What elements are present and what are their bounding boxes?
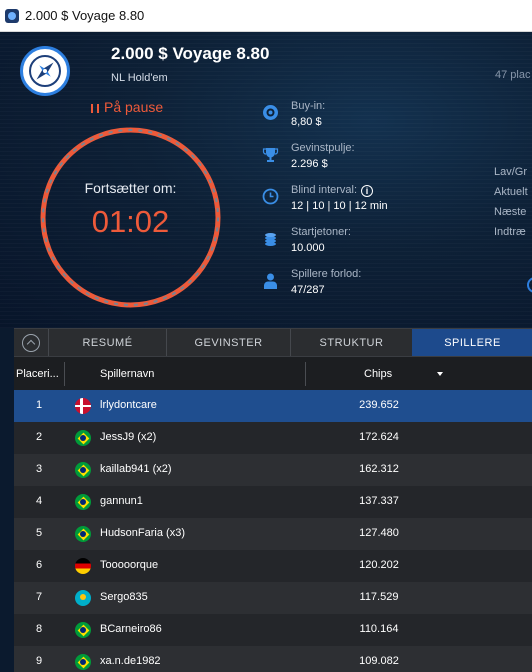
row-player-name: JessJ9 (x2)	[100, 431, 157, 443]
prizepool-value: 2.296 $	[291, 158, 328, 170]
timer-label: Fortsætter om:	[84, 180, 177, 196]
pause-status: På pause	[91, 99, 163, 115]
buyin-label: Buy-in:	[291, 100, 326, 112]
pause-icon	[91, 104, 99, 113]
blind-interval-label: Blind interval: i	[291, 184, 374, 197]
poker-chip-icon	[263, 105, 278, 120]
row-place: 2	[35, 431, 43, 443]
brazil-flag-icon	[75, 622, 91, 638]
row-place: 3	[35, 463, 43, 475]
germany-flag-icon	[75, 558, 91, 574]
places-partial-text: 47 plac	[495, 69, 531, 81]
blind-interval-value: 12 | 10 | 10 | 12 min	[291, 200, 388, 212]
tab-structure[interactable]: STRUKTUR	[290, 329, 412, 357]
row-player-name: lrlydontcare	[100, 399, 157, 411]
table-row[interactable]: 9 xa.n.de1982 109.082	[14, 646, 532, 672]
row-chips: 162.312	[359, 463, 399, 475]
row-place: 5	[35, 527, 43, 539]
tournament-header: 2.000 $ Voyage 8.80 NL Hold'em 47 plac P…	[0, 32, 532, 328]
row-place: 4	[35, 495, 43, 507]
right-panel-line-4: Indtræ	[494, 226, 526, 238]
right-panel-line-1: Lav/Gr	[494, 166, 528, 178]
timer-value: 01:02	[91, 204, 170, 239]
players-table-header: Placeri... Spillernavn Chips	[14, 356, 532, 390]
players-table-body: 1 lrlydontcare 239.652 2 JessJ9 (x2) 172…	[14, 390, 532, 672]
right-panel-line-3: Næste	[494, 206, 527, 218]
tournament-name: 2.000 $ Voyage 8.80	[111, 44, 270, 63]
table-row[interactable]: 6 Tooooorque 120.202	[14, 550, 532, 582]
row-chips: 172.624	[359, 431, 399, 443]
trophy-icon	[262, 148, 279, 162]
right-panel-circle-icon[interactable]	[527, 277, 532, 293]
row-chips: 120.202	[359, 559, 399, 571]
row-player-name: gannun1	[100, 495, 143, 507]
window-titlebar: 2.000 $ Voyage 8.80	[0, 0, 532, 32]
info-help-icon[interactable]: i	[361, 185, 374, 197]
row-player-name: xa.n.de1982	[100, 655, 161, 667]
countdown-timer: Fortsætter om: 01:02	[40, 127, 221, 308]
column-divider	[64, 362, 65, 386]
column-divider	[305, 362, 306, 386]
table-row[interactable]: 2 JessJ9 (x2) 172.624	[14, 422, 532, 454]
row-place: 9	[35, 655, 43, 667]
sort-descending-icon[interactable]	[437, 372, 443, 376]
right-panel-line-2: Aktuelt	[494, 186, 528, 198]
brazil-flag-icon	[75, 654, 91, 670]
tab-bar: RESUMÉ GEVINSTER STRUKTUR SPILLERE	[14, 328, 532, 357]
game-type: NL Hold'em	[111, 72, 168, 84]
row-place: 6	[35, 559, 43, 571]
column-header-chips[interactable]: Chips	[364, 357, 392, 391]
brazil-flag-icon	[75, 494, 91, 510]
row-chips: 127.480	[359, 527, 399, 539]
row-chips: 239.652	[359, 399, 399, 411]
row-player-name: Sergo835	[100, 591, 148, 603]
brazil-flag-icon	[75, 462, 91, 478]
app-icon	[5, 9, 19, 23]
players-left-label: Spillere forlod:	[291, 268, 362, 280]
start-chips-value: 10.000	[291, 242, 325, 254]
row-chips: 117.529	[359, 591, 399, 603]
table-row[interactable]: 7 Sergo835 117.529	[14, 582, 532, 614]
compass-logo-icon	[20, 46, 70, 96]
row-player-name: HudsonFaria (x3)	[100, 527, 185, 539]
denmark-flag-icon	[75, 398, 91, 414]
row-chips: 110.164	[359, 623, 399, 635]
player-icon	[264, 273, 277, 289]
chip-stack-icon	[265, 233, 276, 246]
tab-resume[interactable]: RESUMÉ	[48, 329, 166, 357]
row-player-name: Tooooorque	[100, 559, 159, 571]
table-row[interactable]: 8 BCarneiro86 110.164	[14, 614, 532, 646]
row-chips: 137.337	[359, 495, 399, 507]
row-player-name: BCarneiro86	[100, 623, 162, 635]
kazakhstan-flag-icon	[75, 590, 91, 606]
clock-icon	[262, 188, 279, 205]
tab-prizes[interactable]: GEVINSTER	[166, 329, 290, 357]
row-player-name: kaillab941 (x2)	[100, 463, 172, 475]
blind-interval-label-text: Blind interval:	[291, 184, 358, 196]
row-place: 7	[35, 591, 43, 603]
brazil-flag-icon	[75, 430, 91, 446]
row-place: 1	[35, 399, 43, 411]
players-left-value: 47/287	[291, 284, 325, 296]
pause-text: På pause	[104, 99, 164, 115]
window-title: 2.000 $ Voyage 8.80	[25, 8, 145, 23]
table-row[interactable]: 5 HudsonFaria (x3) 127.480	[14, 518, 532, 550]
tab-players[interactable]: SPILLERE	[412, 329, 532, 357]
table-row[interactable]: 1 lrlydontcare 239.652	[14, 390, 532, 422]
table-row[interactable]: 4 gannun1 137.337	[14, 486, 532, 518]
collapse-chevron-up-icon[interactable]	[22, 334, 40, 352]
column-header-name[interactable]: Spillernavn	[100, 357, 154, 391]
prizepool-label: Gevinstpulje:	[291, 142, 355, 154]
brazil-flag-icon	[75, 526, 91, 542]
row-chips: 109.082	[359, 655, 399, 667]
column-header-place[interactable]: Placeri...	[16, 357, 59, 391]
row-place: 8	[35, 623, 43, 635]
table-row[interactable]: 3 kaillab941 (x2) 162.312	[14, 454, 532, 486]
start-chips-label: Startjetoner:	[291, 226, 351, 238]
buyin-value: 8,80 $	[291, 116, 322, 128]
